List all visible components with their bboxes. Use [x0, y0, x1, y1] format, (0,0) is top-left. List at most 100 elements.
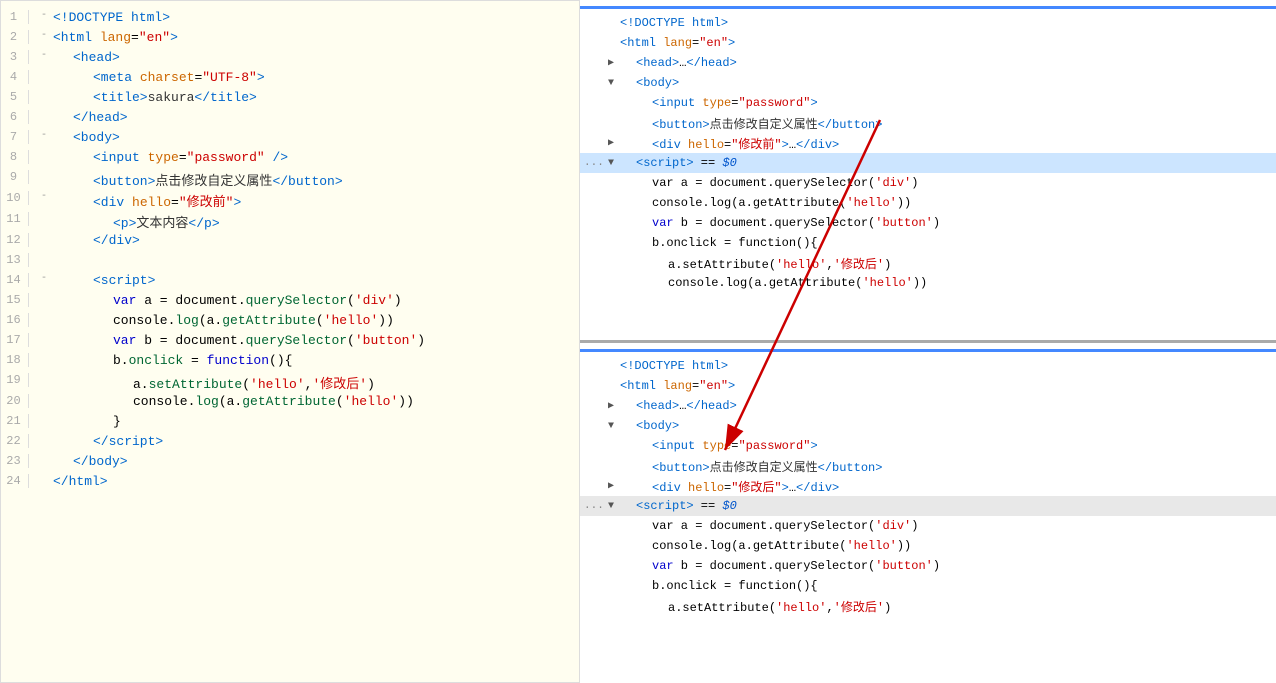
code-content: <input type="password" /> — [53, 150, 579, 165]
collapse-button[interactable]: - — [37, 191, 51, 202]
line-dots: ... — [584, 500, 604, 512]
inspector-line: var b = document.querySelector('button') — [580, 556, 1276, 576]
main-container: 1-<!DOCTYPE html>2-<html lang="en">3-<he… — [0, 0, 1276, 683]
top-inspector-lines: <!DOCTYPE html> <html lang="en"> ▶<head>…<… — [580, 13, 1276, 293]
inspector-content: b.onclick = function(){ — [620, 236, 818, 250]
code-content: <p>文本内容</p> — [53, 212, 579, 231]
inspector-content: <div hello="修改前">…</div> — [620, 135, 839, 152]
code-line: 21} — [1, 413, 579, 433]
code-line: 2-<html lang="en"> — [1, 29, 579, 49]
inspector-line: ▶<head>…</head> — [580, 53, 1276, 73]
code-line: 5 <title>sakura</title> — [1, 89, 579, 109]
inspector-content: <script> == $0 — [620, 156, 737, 170]
inspector-line: ▶<head>…</head> — [580, 396, 1276, 416]
inspector-content: <button>点击修改自定义属性</button> — [620, 115, 882, 132]
code-line: 4<meta charset="UTF-8"> — [1, 69, 579, 89]
code-content: console.log(a.getAttribute('hello')) — [53, 313, 579, 328]
collapse-button[interactable]: - — [37, 10, 51, 21]
inspector-line: <input type="password"> — [580, 93, 1276, 113]
inspector-bottom: <!DOCTYPE html><html lang="en">▶<head>…<… — [580, 343, 1276, 683]
line-number: 1 — [1, 10, 29, 24]
code-line: 14-<script> — [1, 272, 579, 292]
line-number: 11 — [1, 212, 29, 226]
code-line: 13 — [1, 252, 579, 272]
code-lines: 1-<!DOCTYPE html>2-<html lang="en">3-<he… — [1, 9, 579, 493]
line-number: 7 — [1, 130, 29, 144]
inspector-content: console.log(a.getAttribute('hello')) — [620, 539, 911, 553]
code-line: 16 console.log(a.getAttribute('hello')) — [1, 312, 579, 332]
line-number: 16 — [1, 313, 29, 327]
code-line: 12</div> — [1, 232, 579, 252]
expand-arrow[interactable]: ▼ — [608, 501, 620, 512]
inspector-content: <body> — [620, 419, 679, 433]
inspector-content: <head>…</head> — [620, 399, 737, 413]
line-number: 12 — [1, 233, 29, 247]
line-number: 24 — [1, 474, 29, 488]
collapse-button[interactable]: - — [37, 130, 51, 141]
expand-arrow[interactable]: ▼ — [608, 158, 620, 169]
code-content: a.setAttribute('hello','修改后') — [53, 373, 579, 392]
line-number: 20 — [1, 394, 29, 408]
line-number: 13 — [1, 253, 29, 267]
inspector-line: b.onclick = function(){ — [580, 233, 1276, 253]
line-number: 23 — [1, 454, 29, 468]
inspector-content: <html lang="en"> — [620, 379, 735, 393]
code-line: 10-<div hello="修改前"> — [1, 190, 579, 211]
code-content: </body> — [53, 454, 579, 469]
line-number: 17 — [1, 333, 29, 347]
inspector-content: var a = document.querySelector('div') — [620, 176, 918, 190]
code-content: <head> — [53, 50, 579, 65]
inspector-line: ▼<body> — [580, 73, 1276, 93]
collapse-button[interactable]: - — [37, 50, 51, 61]
line-number: 5 — [1, 90, 29, 104]
inspector-content: <input type="password"> — [620, 96, 818, 110]
code-line: 19a.setAttribute('hello','修改后') — [1, 372, 579, 393]
inspector-content: <html lang="en"> — [620, 36, 735, 50]
inspector-line: ▶<div hello="修改后">…</div> — [580, 476, 1276, 496]
code-content: var b = document.querySelector('button') — [53, 333, 579, 348]
line-number: 4 — [1, 70, 29, 84]
expand-arrow[interactable]: ▶ — [608, 57, 620, 69]
code-content: <title>sakura</title> — [53, 90, 579, 105]
expand-arrow[interactable]: ▶ — [608, 137, 620, 149]
code-content: var a = document.querySelector('div') — [53, 293, 579, 308]
code-line: 15var a = document.querySelector('div') — [1, 292, 579, 312]
line-number: 10 — [1, 191, 29, 205]
line-number: 2 — [1, 30, 29, 44]
inspector-content: a.setAttribute('hello','修改后') — [620, 598, 891, 615]
inspector-panels: <!DOCTYPE html><html lang="en">▶<head>…<… — [580, 0, 1276, 683]
inspector-line: var b = document.querySelector('button') — [580, 213, 1276, 233]
inspector-line: a.setAttribute('hello','修改后') — [580, 253, 1276, 273]
collapse-button[interactable]: - — [37, 273, 51, 284]
expand-arrow[interactable]: ▶ — [608, 480, 620, 492]
code-line: 8 <input type="password" /> — [1, 149, 579, 169]
code-content: </script> — [53, 434, 579, 449]
inspector-line: <!DOCTYPE html> — [580, 13, 1276, 33]
code-content: } — [53, 414, 579, 429]
line-number: 9 — [1, 170, 29, 184]
code-content: <html lang="en"> — [53, 30, 579, 45]
line-number: 8 — [1, 150, 29, 164]
expand-arrow[interactable]: ▼ — [608, 78, 620, 89]
code-line: 23 </body> — [1, 453, 579, 473]
code-line: 9<button>点击修改自定义属性</button> — [1, 169, 579, 190]
inspector-content: var b = document.querySelector('button') — [620, 559, 940, 573]
line-number: 22 — [1, 434, 29, 448]
inspector-line: console.log(a.getAttribute('hello')) — [580, 273, 1276, 293]
bottom-inspector-lines: <!DOCTYPE html><html lang="en">▶<head>…<… — [580, 356, 1276, 616]
collapse-button[interactable]: - — [37, 30, 51, 41]
inspector-line: console.log(a.getAttribute('hello')) — [580, 536, 1276, 556]
inspector-line: ▼<body> — [580, 416, 1276, 436]
inspector-line: a.setAttribute('hello','修改后') — [580, 596, 1276, 616]
inspector-line: console.log(a.getAttribute('hello')) — [580, 193, 1276, 213]
expand-arrow[interactable]: ▼ — [608, 421, 620, 432]
code-content: <body> — [53, 130, 579, 145]
code-line: 17 var b = document.querySelector('button… — [1, 332, 579, 352]
inspector-line: b.onclick = function(){ — [580, 576, 1276, 596]
expand-arrow[interactable]: ▶ — [608, 400, 620, 412]
line-dots: ... — [584, 157, 604, 169]
code-line: 1-<!DOCTYPE html> — [1, 9, 579, 29]
code-line: 3-<head> — [1, 49, 579, 69]
code-line: 7-<body> — [1, 129, 579, 149]
code-content: <!DOCTYPE html> — [53, 10, 579, 25]
